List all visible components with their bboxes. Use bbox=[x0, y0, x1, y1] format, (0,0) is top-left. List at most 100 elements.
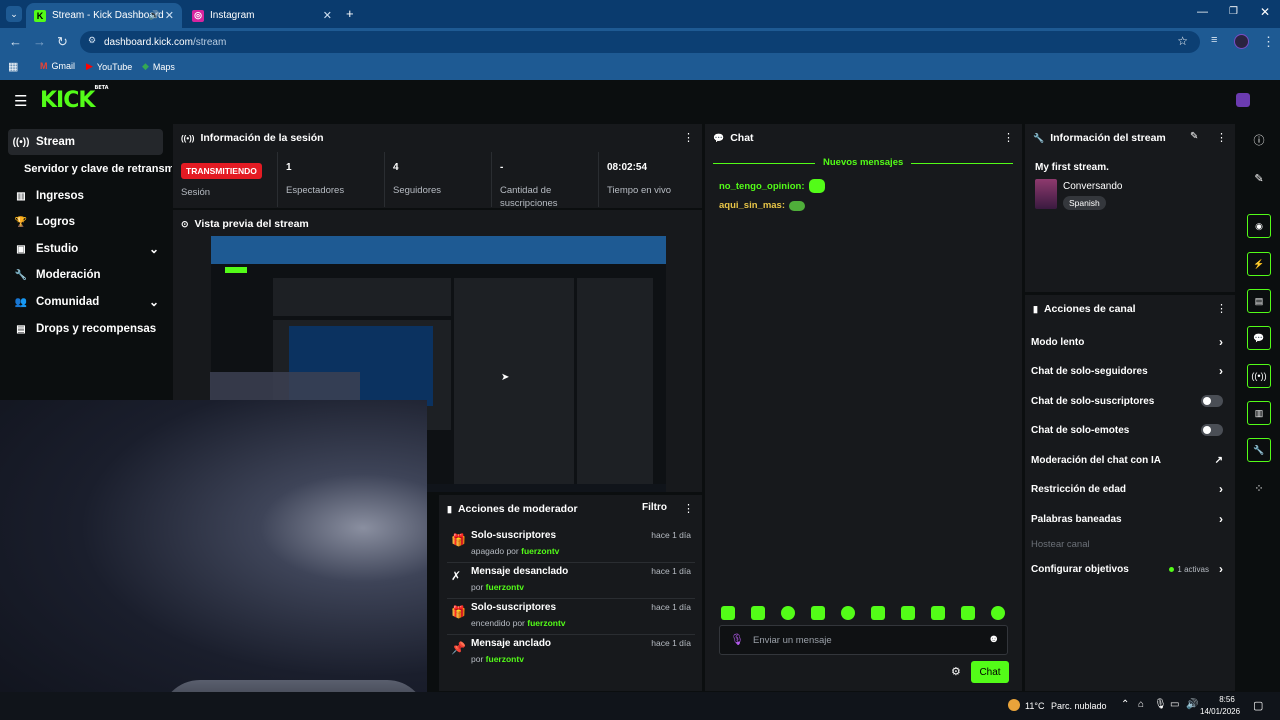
edit-pencil-icon[interactable]: ✎ bbox=[1247, 166, 1271, 190]
banned-words-row[interactable]: Palabras baneadas › bbox=[1031, 506, 1227, 532]
weather-temp[interactable]: 11°C bbox=[1025, 701, 1044, 711]
emote-icon[interactable] bbox=[991, 606, 1005, 620]
session-label: Sesión bbox=[181, 187, 211, 198]
bookmark-star-icon[interactable]: ☆ bbox=[1177, 34, 1188, 48]
sidebar-item-estudio[interactable]: ▣ Estudio ⌄ bbox=[8, 236, 163, 262]
emote-icon[interactable] bbox=[901, 606, 915, 620]
tab-instagram[interactable]: ◎ Instagram ✕ bbox=[184, 3, 340, 28]
wrench-icon[interactable]: 🔧 bbox=[1247, 438, 1271, 462]
mod-action-user[interactable]: fuerzontv bbox=[486, 654, 524, 664]
configure-goals-row[interactable]: Configurar objetivos 1 activas › bbox=[1031, 556, 1227, 582]
browser-menu-icon[interactable]: ⋮ bbox=[1262, 34, 1275, 50]
sidebar-item-comunidad[interactable]: 👥 Comunidad ⌄ bbox=[8, 289, 163, 315]
minimize-icon[interactable]: — bbox=[1197, 6, 1208, 18]
media-control-icon[interactable]: ≡ bbox=[1211, 34, 1217, 46]
subscribers-only-toggle[interactable] bbox=[1201, 395, 1223, 407]
bookmark-gmail[interactable]: M Gmail bbox=[40, 61, 75, 71]
emote-icon[interactable] bbox=[961, 606, 975, 620]
community-icon[interactable]: ⁘ bbox=[1247, 476, 1271, 500]
chat-input[interactable]: 🎙 Enviar un mensaje ☻ bbox=[719, 625, 1008, 655]
chat-bubble-icon[interactable]: 💬 bbox=[1247, 326, 1271, 350]
site-info-icon[interactable]: ⚙ bbox=[88, 35, 96, 46]
edit-pencil-icon[interactable]: ✎ bbox=[1190, 131, 1198, 142]
gmail-icon: M bbox=[40, 61, 48, 71]
ai-moderation-row[interactable]: Moderación del chat con IA ↗ bbox=[1031, 447, 1227, 473]
slow-mode-row[interactable]: Modo lento › bbox=[1031, 329, 1227, 355]
emote-icon[interactable] bbox=[841, 606, 855, 620]
bookmark-maps[interactable]: ◆ Maps bbox=[142, 61, 175, 72]
reload-icon[interactable]: ↻ bbox=[57, 34, 68, 50]
weather-text[interactable]: Parc. nublado bbox=[1051, 701, 1107, 711]
emote-icon[interactable] bbox=[751, 606, 765, 620]
weather-icon[interactable] bbox=[1008, 699, 1020, 711]
clock-time[interactable]: 8:56 bbox=[1212, 695, 1242, 704]
user-avatar[interactable] bbox=[1236, 93, 1250, 107]
chat-settings-icon[interactable]: ⚙ bbox=[951, 665, 961, 678]
close-tab-icon[interactable]: ✕ bbox=[165, 9, 174, 22]
bookmark-youtube[interactable]: ▶ YouTube bbox=[86, 61, 132, 72]
emote-icon[interactable] bbox=[931, 606, 945, 620]
panels-icon[interactable]: ▥ bbox=[1247, 401, 1271, 425]
emote-icon[interactable] bbox=[721, 606, 735, 620]
kebab-menu-icon[interactable]: ⋮ bbox=[683, 131, 694, 144]
filter-button[interactable]: Filtro bbox=[642, 502, 667, 513]
sidebar-item-ingresos[interactable]: ▥ Ingresos bbox=[8, 183, 163, 209]
broadcast-icon[interactable]: ((•)) bbox=[1247, 364, 1271, 388]
restore-icon[interactable]: ❐ bbox=[1229, 6, 1238, 17]
info-icon[interactable]: ⓘ bbox=[1247, 128, 1271, 152]
sidebar-item-logros[interactable]: 🏆 Logros bbox=[8, 209, 163, 235]
followers-only-row[interactable]: Chat de solo-seguidores › bbox=[1031, 358, 1227, 384]
mod-action-title: Solo-suscriptores bbox=[471, 530, 557, 541]
mod-action-user[interactable]: fuerzontv bbox=[527, 618, 565, 628]
microphone-icon[interactable]: 🎙 bbox=[730, 633, 744, 646]
monitor-icon[interactable]: ▭ bbox=[1170, 699, 1179, 710]
hamburger-menu-icon[interactable]: ☰ bbox=[14, 92, 27, 110]
chat-username[interactable]: no_tengo_opinion: bbox=[719, 181, 805, 192]
document-icon[interactable]: ▤ bbox=[1247, 289, 1271, 313]
forward-icon[interactable]: → bbox=[33, 34, 46, 49]
mod-action-time: hace 1 día bbox=[651, 638, 691, 648]
tab-search-icon[interactable]: ⌄ bbox=[6, 6, 22, 22]
chat-username[interactable]: aqui_sin_mas: bbox=[719, 200, 785, 211]
kebab-menu-icon[interactable]: ⋮ bbox=[1216, 131, 1227, 144]
emote-icon[interactable] bbox=[781, 606, 795, 620]
network-icon[interactable]: ⌂ bbox=[1138, 699, 1144, 710]
volume-icon[interactable]: 🔊 bbox=[1186, 699, 1198, 710]
sidebar-item-moderacion[interactable]: 🔧 Moderación bbox=[8, 262, 163, 288]
sidebar-item-server-key[interactable]: Servidor y clave de retransm bbox=[24, 156, 172, 182]
emotes-only-toggle[interactable] bbox=[1201, 424, 1223, 436]
notifications-icon[interactable]: ▢ bbox=[1253, 699, 1263, 712]
emote-icon[interactable] bbox=[811, 606, 825, 620]
sidebar-item-drops[interactable]: ▤ Drops y recompensas bbox=[8, 316, 163, 342]
stat-label: Cantidad de suscripciones bbox=[500, 185, 558, 209]
apps-grid-icon[interactable]: ▦ bbox=[8, 60, 18, 73]
kebab-menu-icon[interactable]: ⋮ bbox=[683, 502, 694, 515]
close-tab-icon[interactable]: ✕ bbox=[323, 9, 332, 22]
lightning-icon[interactable]: ⚡ bbox=[1247, 252, 1271, 276]
capture-icon[interactable]: ◉ bbox=[1247, 214, 1271, 238]
url-input[interactable]: ⚙ dashboard.kick.com/stream ☆ bbox=[80, 31, 1200, 53]
mod-action-sub: por fuerzontv bbox=[471, 582, 524, 592]
new-tab-icon[interactable]: + bbox=[346, 6, 354, 21]
emoji-picker-icon[interactable]: ☻ bbox=[988, 633, 1000, 645]
speaker-icon[interactable]: 🔊 bbox=[149, 10, 160, 21]
clock-date[interactable]: 14/01/2026 bbox=[1200, 707, 1240, 716]
kick-logo[interactable]: KICKBETA bbox=[40, 85, 109, 113]
category-thumbnail bbox=[1035, 179, 1057, 209]
age-restriction-row[interactable]: Restricción de edad › bbox=[1031, 476, 1227, 502]
profile-avatar[interactable] bbox=[1234, 34, 1249, 49]
chevron-up-icon[interactable]: ⌃ bbox=[1121, 699, 1129, 710]
kebab-menu-icon[interactable]: ⋮ bbox=[1003, 131, 1014, 144]
kebab-menu-icon[interactable]: ⋮ bbox=[1216, 302, 1227, 315]
send-chat-button[interactable]: Chat bbox=[971, 661, 1009, 683]
mod-action-user[interactable]: fuerzontv bbox=[521, 546, 559, 556]
preview-session-panel bbox=[273, 278, 451, 316]
microphone-icon[interactable]: 🎙 bbox=[1154, 699, 1167, 710]
tab-kick-dashboard[interactable]: K Stream - Kick Dashboard 🔊 ✕ bbox=[26, 3, 182, 28]
emote-icon[interactable] bbox=[871, 606, 885, 620]
sidebar-item-stream[interactable]: ((•)) Stream bbox=[8, 129, 163, 155]
broadcast-icon: ((•)) bbox=[181, 133, 195, 143]
mod-action-user[interactable]: fuerzontv bbox=[486, 582, 524, 592]
window-close-icon[interactable]: ✕ bbox=[1260, 5, 1270, 19]
back-icon[interactable]: ← bbox=[9, 34, 22, 49]
